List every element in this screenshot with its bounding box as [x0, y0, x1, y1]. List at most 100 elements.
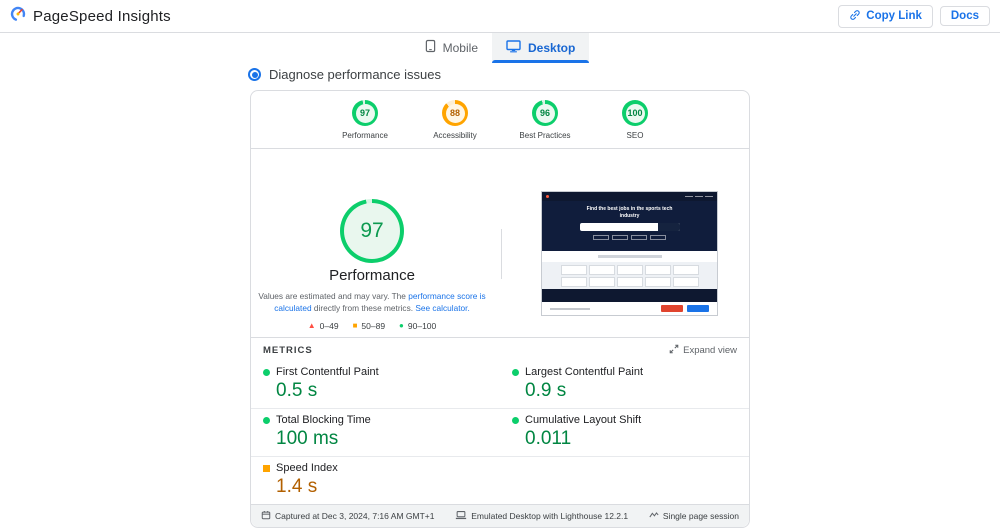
- thumbnail-cookie-banner: [542, 302, 717, 315]
- category-scores: 97 Performance 88 Accessibility 96 Best …: [251, 91, 749, 149]
- category-label: Accessibility: [433, 131, 477, 140]
- best-practices-gauge: 96: [532, 100, 558, 126]
- metric-name-row: Speed Index: [263, 462, 488, 474]
- tab-desktop-label: Desktop: [528, 40, 576, 55]
- metric-name-row: Largest Contentful Paint: [512, 366, 737, 378]
- tab-mobile[interactable]: Mobile: [411, 33, 492, 63]
- diagnose-radio-icon[interactable]: [248, 68, 261, 81]
- metric-name-row: First Contentful Paint: [263, 366, 488, 378]
- metric-value: 0.011: [525, 428, 572, 450]
- poor-triangle-icon: ▲: [307, 321, 316, 330]
- docs-label: Docs: [950, 10, 979, 22]
- desktop-monitor-icon: [506, 39, 521, 56]
- metric-name: Cumulative Layout Shift: [525, 414, 642, 427]
- device-tabbar: Mobile Desktop: [0, 33, 1000, 63]
- metric-value: 1.4 s: [276, 476, 318, 498]
- session-icon: [649, 510, 659, 522]
- metric-value: 0.9 s: [525, 380, 567, 402]
- performance-score: 97: [355, 103, 375, 123]
- app-logo[interactable]: PageSpeed Insights: [10, 6, 171, 27]
- metric-first-contentful-paint: First Contentful Paint 0.5 s: [251, 361, 500, 410]
- accessibility-score: 88: [445, 103, 465, 123]
- report-main: Diagnose performance issues 97 Performan…: [248, 67, 750, 528]
- average-square-icon: ■: [352, 321, 358, 330]
- average-square-icon: [263, 464, 270, 472]
- performance-section-title: Performance: [329, 267, 415, 284]
- metric-name: Total Blocking Time: [276, 414, 371, 427]
- calendar-icon: [261, 510, 271, 522]
- diagnose-row: Diagnose performance issues: [248, 67, 750, 82]
- thumbnail-heading: Find the best jobs in the sports tech in…: [586, 206, 673, 219]
- thumbnail-band: [542, 251, 717, 262]
- thumbnail-card-grid: [542, 262, 717, 289]
- category-seo[interactable]: 100 SEO: [597, 100, 673, 140]
- captured-at: Captured at Dec 3, 2024, 7:16 AM GMT+1: [261, 510, 434, 522]
- metric-name-row: Cumulative Layout Shift: [512, 414, 737, 426]
- metric-name: Speed Index: [276, 462, 338, 475]
- score-legend: ▲ 0–49 ■ 50–89 ● 90–100: [251, 321, 493, 331]
- category-label: Performance: [342, 131, 388, 140]
- thumbnail-filter-chips: [593, 234, 666, 240]
- metric-total-blocking-time: Total Blocking Time 100 ms: [251, 409, 500, 458]
- preview-divider: [501, 229, 502, 279]
- page-thumbnail[interactable]: Find the best jobs in the sports tech in…: [541, 191, 718, 316]
- report-footer: Captured at Dec 3, 2024, 7:16 AM GMT+1 E…: [251, 504, 749, 528]
- legend-good: ● 90–100: [399, 321, 436, 331]
- good-circle-icon: [263, 368, 270, 376]
- category-performance[interactable]: 97 Performance: [327, 100, 403, 140]
- metric-name-row: Total Blocking Time: [263, 414, 488, 426]
- metric-largest-contentful-paint: Largest Contentful Paint 0.9 s: [500, 361, 749, 410]
- legend-good-range: 90–100: [407, 321, 437, 331]
- diagnose-label: Diagnose performance issues: [269, 67, 441, 82]
- metric-name: First Contentful Paint: [276, 366, 379, 378]
- thumbnail-navbar: [542, 192, 717, 201]
- link-icon: [849, 9, 861, 24]
- good-circle-icon: [263, 416, 270, 424]
- good-circle-icon: [512, 368, 519, 376]
- accessibility-gauge: 88: [442, 100, 468, 126]
- see-calculator-link[interactable]: See calculator.: [415, 303, 469, 313]
- best-practices-score: 96: [535, 103, 555, 123]
- docs-button[interactable]: Docs: [939, 6, 990, 26]
- performance-score-value: 97: [344, 203, 400, 259]
- tab-desktop[interactable]: Desktop: [492, 33, 590, 63]
- thumbnail-hero: Find the best jobs in the sports tech in…: [542, 201, 717, 251]
- metric-empty-cell: [500, 457, 749, 504]
- thumbnail-searchbar: [579, 222, 680, 231]
- expand-icon: [669, 344, 679, 357]
- copy-link-button[interactable]: Copy Link: [838, 4, 933, 28]
- copy-link-label: Copy Link: [866, 10, 922, 22]
- metrics-grid: First Contentful Paint 0.5 s Largest Con…: [251, 361, 749, 504]
- tab-mobile-label: Mobile: [442, 40, 478, 55]
- category-best-practices[interactable]: 96 Best Practices: [507, 100, 583, 140]
- seo-score: 100: [625, 103, 645, 123]
- mobile-phone-icon: [425, 39, 436, 56]
- disclaimer-text: Values are estimated and may vary. The: [258, 291, 409, 301]
- legend-average-range: 50–89: [361, 321, 386, 331]
- header-actions: Copy Link Docs: [838, 4, 990, 28]
- emulation-environment: Emulated Desktop with Lighthouse 12.2.1: [455, 510, 628, 522]
- captured-at-text: Captured at Dec 3, 2024, 7:16 AM GMT+1: [275, 511, 435, 522]
- report-card: 97 Performance 88 Accessibility 96 Best …: [250, 90, 750, 528]
- thumbnail-accept-button: [687, 305, 709, 312]
- expand-view-button[interactable]: Expand view: [669, 344, 737, 357]
- app-header: PageSpeed Insights Copy Link Docs: [0, 0, 1000, 33]
- metric-speed-index: Speed Index 1.4 s: [251, 457, 500, 504]
- category-accessibility[interactable]: 88 Accessibility: [417, 100, 493, 140]
- metrics-title: METRICS: [263, 345, 313, 356]
- legend-poor-range: 0–49: [319, 321, 339, 331]
- session-type: Single page session: [649, 510, 739, 522]
- laptop-icon: [455, 510, 467, 522]
- thumbnail-decline-button: [661, 305, 683, 312]
- metric-name: Largest Contentful Paint: [525, 366, 644, 378]
- good-circle-icon: ●: [399, 321, 404, 330]
- performance-preview: 97 Performance Values are estimated and …: [251, 149, 749, 337]
- pagespeed-logo-icon: [10, 6, 26, 27]
- thumbnail-footer: [542, 289, 717, 302]
- app-title: PageSpeed Insights: [33, 7, 171, 25]
- legend-poor: ▲ 0–49: [308, 321, 339, 331]
- disclaimer-text: directly from these metrics.: [311, 303, 416, 314]
- category-label: Best Practices: [519, 131, 571, 140]
- score-disclaimer: Values are estimated and may vary. The p…: [255, 290, 489, 315]
- session-text: Single page session: [662, 511, 739, 522]
